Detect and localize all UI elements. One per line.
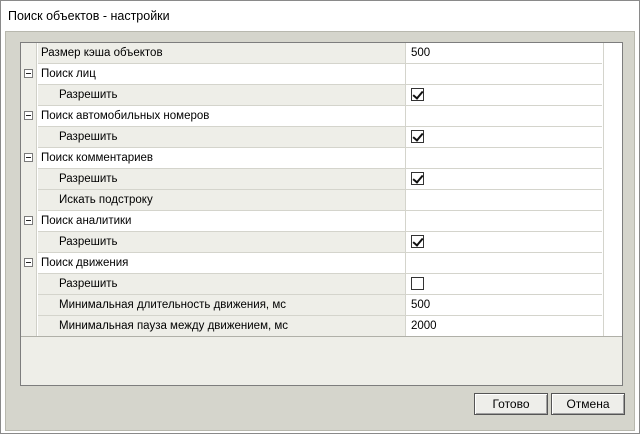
- property-value[interactable]: [405, 85, 602, 106]
- property-value-text: 2000: [411, 320, 437, 332]
- property-value: [405, 106, 602, 127]
- property-value[interactable]: [405, 127, 602, 148]
- property-name: Разрешить: [38, 274, 405, 295]
- property-value[interactable]: [405, 274, 602, 295]
- property-value[interactable]: 2000: [405, 316, 602, 336]
- property-grid-rows: Размер кэша объектов 500 Поиск лиц Разрешит…: [21, 43, 622, 336]
- property-value[interactable]: [405, 232, 602, 253]
- property-value: [405, 253, 602, 274]
- collapse-icon[interactable]: [24, 216, 33, 225]
- category-row[interactable]: Поиск лиц: [21, 64, 622, 85]
- cancel-button[interactable]: Отмена: [551, 393, 625, 415]
- category-row[interactable]: Поиск комментариев: [21, 148, 622, 169]
- enable-checkbox[interactable]: [411, 235, 424, 248]
- property-name: Разрешить: [38, 232, 405, 253]
- property-value[interactable]: [405, 169, 602, 190]
- property-grid: Размер кэша объектов 500 Поиск лиц Разрешит…: [20, 42, 623, 386]
- collapse-icon[interactable]: [24, 111, 33, 120]
- category-row[interactable]: Поиск автомобильных номеров: [21, 106, 622, 127]
- dialog-body: Размер кэша объектов 500 Поиск лиц Разрешит…: [5, 31, 635, 431]
- category-row[interactable]: Поиск движения: [21, 253, 622, 274]
- property-row[interactable]: Разрешить: [21, 169, 622, 190]
- enable-checkbox[interactable]: [411, 277, 424, 290]
- property-row[interactable]: Разрешить: [21, 127, 622, 148]
- enable-checkbox[interactable]: [411, 88, 424, 101]
- description-pane: [21, 336, 622, 385]
- property-value[interactable]: [405, 190, 602, 211]
- property-row[interactable]: Разрешить: [21, 85, 622, 106]
- property-name: Разрешить: [38, 85, 405, 106]
- property-name: Разрешить: [38, 127, 405, 148]
- settings-dialog: Поиск объектов - настройки Размер кэша о…: [0, 0, 640, 434]
- property-name: Поиск автомобильных номеров: [38, 106, 405, 127]
- collapse-icon[interactable]: [24, 153, 33, 162]
- property-row[interactable]: Разрешить: [21, 232, 622, 253]
- property-value: [405, 211, 602, 232]
- collapse-icon[interactable]: [24, 69, 33, 78]
- property-row[interactable]: Минимальная пауза между движением, мс 200…: [21, 316, 622, 336]
- property-name: Минимальная длительность движения, мс: [38, 295, 405, 316]
- property-name: Размер кэша объектов: [38, 43, 405, 64]
- collapse-icon[interactable]: [24, 258, 33, 267]
- category-row[interactable]: Поиск аналитики: [21, 211, 622, 232]
- property-value: [405, 64, 602, 85]
- enable-checkbox[interactable]: [411, 172, 424, 185]
- property-row[interactable]: Разрешить: [21, 274, 622, 295]
- property-name: Поиск движения: [38, 253, 405, 274]
- property-name: Минимальная пауза между движением, мс: [38, 316, 405, 336]
- property-name: Разрешить: [38, 169, 405, 190]
- property-value-text: 500: [411, 299, 431, 311]
- property-row[interactable]: Минимальная длительность движения, мс 500: [21, 295, 622, 316]
- enable-checkbox[interactable]: [411, 130, 424, 143]
- property-name: Поиск аналитики: [38, 211, 405, 232]
- property-name: Поиск комментариев: [38, 148, 405, 169]
- property-value[interactable]: 500: [405, 295, 602, 316]
- window-title: Поиск объектов - настройки: [8, 9, 170, 23]
- property-name: Поиск лиц: [38, 64, 405, 85]
- property-value-text: 500: [411, 47, 431, 59]
- title-bar[interactable]: Поиск объектов - настройки: [1, 1, 639, 31]
- done-button[interactable]: Готово: [474, 393, 548, 415]
- property-row[interactable]: Размер кэша объектов 500: [21, 43, 622, 64]
- property-value[interactable]: 500: [405, 43, 602, 64]
- property-value: [405, 148, 602, 169]
- property-row[interactable]: Искать подстроку: [21, 190, 622, 211]
- property-name: Искать подстроку: [38, 190, 405, 211]
